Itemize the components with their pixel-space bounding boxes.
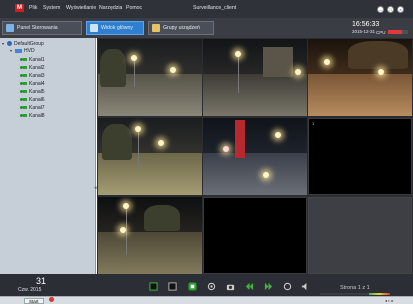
street-light	[223, 146, 229, 152]
camera-icon	[20, 57, 27, 62]
tree-channel-label: Kanał1	[29, 57, 45, 63]
video-grid: 1	[97, 38, 413, 274]
record-icon[interactable]	[188, 282, 197, 291]
cpu-label: CPU	[376, 30, 386, 35]
street-light	[120, 227, 126, 233]
video-tile-4[interactable]	[98, 118, 202, 195]
video-tile-9[interactable]	[308, 197, 412, 274]
menu-item-pomoc[interactable]: Pomoc	[126, 5, 142, 11]
street-light	[123, 203, 129, 209]
street-light	[235, 51, 241, 57]
camera-icon	[20, 105, 27, 110]
menu-item-narzedzia[interactable]: Narzędzia	[99, 5, 122, 11]
tree-device-label: HVD	[24, 48, 35, 54]
app-logo-icon: M	[15, 4, 24, 12]
tree-channel-row[interactable]: Kanał8	[20, 113, 45, 119]
video-tile-1[interactable]	[98, 39, 202, 116]
street-light	[131, 55, 137, 61]
window-title: Surveillance_client	[193, 5, 237, 11]
next-icon[interactable]	[264, 282, 273, 291]
camera-icon	[20, 113, 27, 118]
video-tile-3[interactable]	[308, 39, 412, 116]
menu-item-system[interactable]: System	[43, 5, 60, 11]
street-light	[295, 69, 301, 75]
tree-device-row[interactable]: ▾ HVD	[10, 48, 35, 54]
device-groups-icon	[152, 24, 160, 32]
device-tree-panel: ▾ DefaultGroup ▾ HVD Kanał1 Kanał2 Kanał3 Kan…	[0, 38, 97, 274]
group-icon	[7, 41, 12, 47]
layout-1x1-icon[interactable]	[149, 282, 158, 291]
tree-channel-label: Kanał8	[29, 113, 45, 119]
tab-label: Grupy urządzeń	[163, 25, 200, 31]
tree-group-row[interactable]: ▾ DefaultGroup	[2, 41, 44, 47]
maximize-button[interactable]: □	[387, 6, 394, 13]
tree-channel-row[interactable]: Kanał1	[20, 57, 45, 63]
street-light	[324, 59, 330, 65]
refresh-icon[interactable]	[283, 282, 292, 291]
main-view-icon	[90, 24, 98, 32]
menu-bar: M Plik System Wyświetlanie Narzędzia Pom…	[0, 0, 413, 18]
ptz-icon[interactable]	[207, 282, 216, 291]
tree-channel-label: Kanał2	[29, 65, 45, 71]
cpu-usage-fill	[388, 30, 402, 34]
tree-channel-label: Kanał7	[29, 105, 45, 111]
street-light	[135, 126, 141, 132]
previous-icon[interactable]	[245, 282, 254, 291]
tree-channel-row[interactable]: Kanał5	[20, 89, 45, 95]
street-light	[263, 172, 269, 178]
system-tray: ◂ ▪ ◂	[385, 298, 393, 303]
audio-level-meter	[320, 293, 390, 295]
control-panel-icon	[6, 24, 14, 32]
close-button[interactable]: ×	[397, 6, 404, 13]
layout-grid-icon[interactable]	[168, 282, 177, 291]
app-taskbar-icon[interactable]	[49, 297, 54, 302]
menu-item-plik[interactable]: Plik	[29, 5, 37, 11]
video-tile-7[interactable]	[98, 197, 202, 274]
video-tile-6[interactable]: 1	[308, 118, 412, 195]
camera-icon	[20, 89, 27, 94]
tree-channel-row[interactable]: Kanał2	[20, 65, 45, 71]
os-taskbar	[0, 296, 413, 304]
tree-channel-row[interactable]: Kanał6	[20, 97, 45, 103]
audio-icon[interactable]	[301, 282, 310, 291]
video-tile-5[interactable]	[203, 118, 307, 195]
camera-icon	[20, 97, 27, 102]
camera-icon	[20, 65, 27, 70]
clock-date: 2015-12-31	[352, 29, 376, 34]
tree-channel-label: Kanał6	[29, 97, 45, 103]
camera-icon	[20, 73, 27, 78]
street-light	[275, 132, 281, 138]
tab-main-view[interactable]: Widok główny	[86, 21, 144, 35]
tile-number: 1	[312, 121, 315, 126]
menu-item-wyswietlanie[interactable]: Wyświetlanie	[66, 5, 96, 11]
tree-channel-label: Kanał5	[29, 89, 45, 95]
video-tile-8[interactable]	[203, 197, 307, 274]
calendar-weekday-year: Czw. 2015	[18, 287, 42, 293]
cpu-usage-bar	[388, 30, 408, 34]
dvr-device-icon	[15, 48, 22, 53]
tree-channel-row[interactable]: Kanał4	[20, 81, 45, 87]
tab-bar: Panel Sterowania Widok główny Grupy urzą…	[0, 18, 413, 38]
tab-device-groups[interactable]: Grupy urządzeń	[148, 21, 214, 35]
street-light	[170, 67, 176, 73]
tab-label: Panel Sterowania	[17, 25, 58, 31]
tab-control-panel[interactable]: Panel Sterowania	[2, 21, 82, 35]
tree-channel-row[interactable]: Kanał3	[20, 73, 45, 79]
tree-group-label: DefaultGroup	[14, 41, 44, 47]
clock-time: 16:56:33	[352, 21, 380, 28]
start-button[interactable]: Start	[24, 298, 44, 304]
tree-channel-row[interactable]: Kanał7	[20, 105, 45, 111]
minimize-button[interactable]: –	[377, 6, 384, 13]
calendar-day: 31	[36, 276, 47, 286]
video-tile-2[interactable]	[203, 39, 307, 116]
street-light	[158, 140, 164, 146]
tab-label: Widok główny	[101, 25, 134, 31]
street-light	[378, 69, 384, 75]
snapshot-icon[interactable]	[226, 282, 235, 291]
page-indicator: Strona 1 z 1	[340, 285, 370, 291]
tree-channel-label: Kanał4	[29, 81, 45, 87]
camera-icon	[20, 81, 27, 86]
tree-channel-label: Kanał3	[29, 73, 45, 79]
